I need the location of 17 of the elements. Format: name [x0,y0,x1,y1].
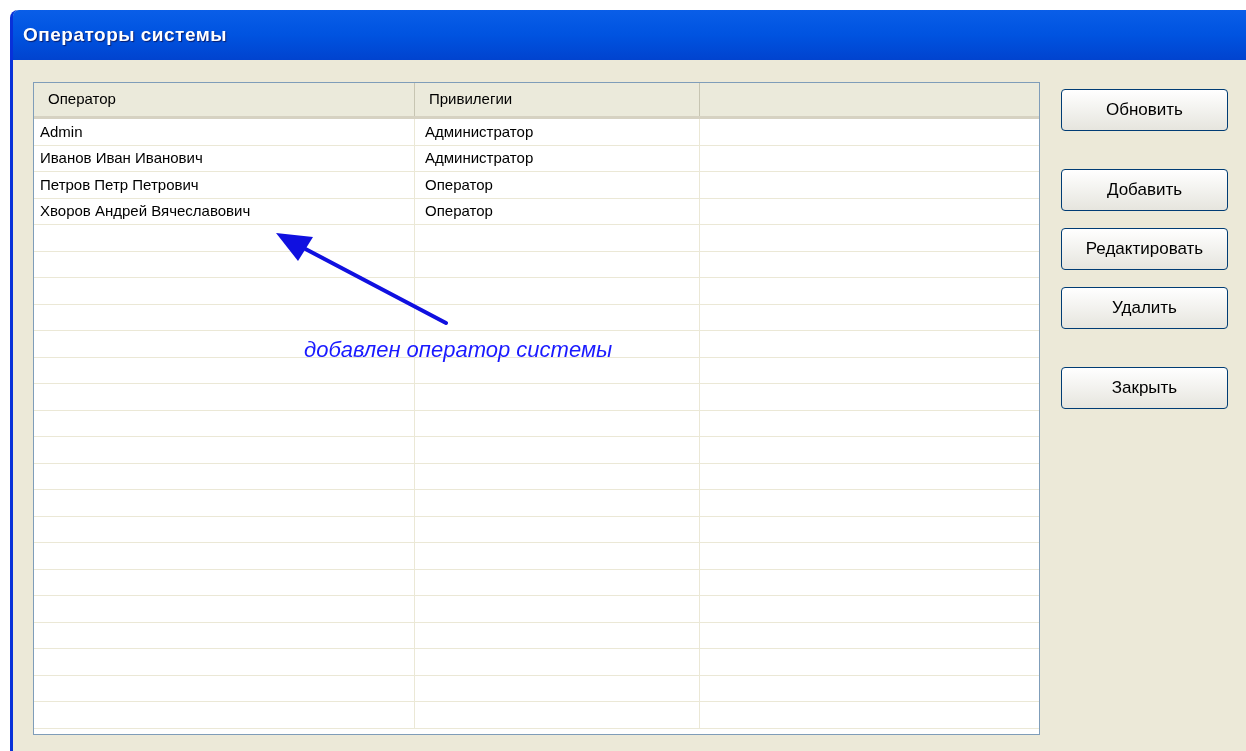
table-cell: Admin [34,119,415,145]
dialog-button[interactable]: Редактировать [1061,228,1228,270]
column-header[interactable]: Оператор [34,83,415,116]
table-cell: Администратор [415,145,700,171]
annotation-text: добавлен оператор системы [304,336,613,364]
table-cell: Оператор [415,198,700,224]
table-cell: Администратор [415,119,700,145]
table-cell: Иванов Иван Иванович [34,145,415,171]
dialog-button[interactable]: Закрыть [1061,367,1228,409]
table-cell: Оператор [415,172,700,198]
dialog-button[interactable]: Удалить [1061,287,1228,329]
table-cell: Хворов Андрей Вячеславович [34,198,415,224]
dialog-button[interactable]: Обновить [1061,89,1228,131]
window-title: Операторы системы [23,22,227,47]
column-header[interactable]: Привилегии [415,83,700,116]
dialog-button[interactable]: Добавить [1061,169,1228,211]
table-cell: Петров Петр Петрович [34,172,415,198]
